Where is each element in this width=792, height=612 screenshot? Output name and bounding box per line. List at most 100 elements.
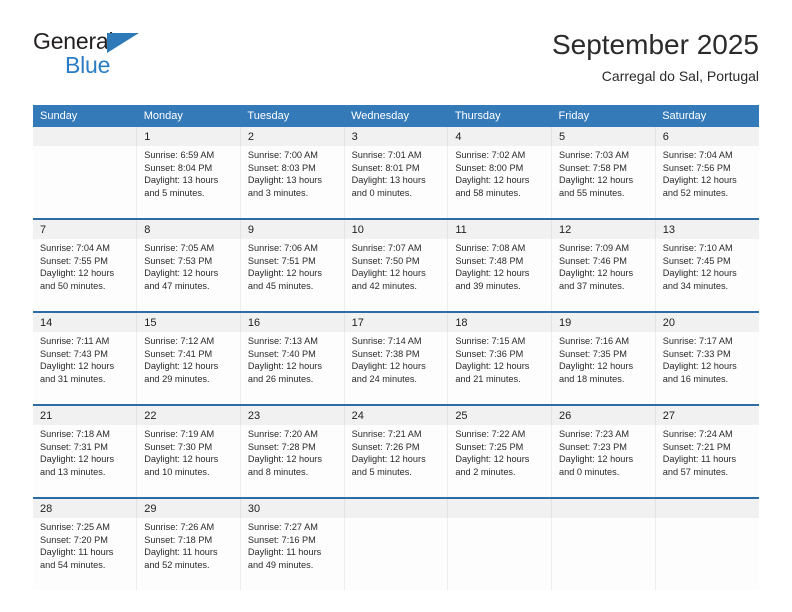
day-number-13[interactable]: 13 [654, 220, 759, 239]
day-number-11[interactable]: 11 [447, 220, 552, 239]
day-cell-8[interactable]: Sunrise: 7:05 AM Sunset: 7:53 PM Daylight:… [136, 239, 241, 311]
day-cell-empty [343, 518, 448, 590]
day-number-8[interactable]: 8 [136, 220, 241, 239]
day-cell-7[interactable]: Sunrise: 7:04 AM Sunset: 7:55 PM Daylight:… [33, 239, 137, 311]
day-number-28[interactable]: 28 [33, 499, 137, 518]
day-info-line: Sunset: 7:23 PM [559, 441, 627, 452]
day-cell-12[interactable]: Sunrise: 7:09 AM Sunset: 7:46 PM Daylight:… [551, 239, 656, 311]
day-number-17[interactable]: 17 [343, 313, 448, 332]
day-number-4[interactable]: 4 [447, 127, 552, 146]
day-number-10[interactable]: 10 [343, 220, 448, 239]
day-number-20[interactable]: 20 [654, 313, 759, 332]
day-info-line: Daylight: 11 hours [662, 454, 737, 465]
day-number-12[interactable]: 12 [551, 220, 656, 239]
day-cell-6[interactable]: Sunrise: 7:04 AM Sunset: 7:56 PM Daylight:… [654, 146, 759, 218]
day-cell-25[interactable]: Sunrise: 7:22 AM Sunset: 7:25 PM Daylight:… [447, 425, 552, 497]
weekday-header-friday: Friday [551, 105, 656, 127]
day-cell-22[interactable]: Sunrise: 7:19 AM Sunset: 7:30 PM Daylight:… [136, 425, 241, 497]
day-cell-16[interactable]: Sunrise: 7:13 AM Sunset: 7:40 PM Daylight:… [239, 332, 345, 404]
day-cell-21[interactable]: Sunrise: 7:18 AM Sunset: 7:31 PM Daylight:… [33, 425, 137, 497]
day-cell-20[interactable]: Sunrise: 7:17 AM Sunset: 7:33 PM Daylight:… [654, 332, 759, 404]
day-number-18[interactable]: 18 [447, 313, 552, 332]
day-number-empty [343, 499, 448, 518]
day-info-line: Sunrise: 7:21 AM [351, 429, 422, 439]
day-cell-1[interactable]: Sunrise: 6:59 AM Sunset: 8:04 PM Daylight:… [136, 146, 241, 218]
day-info-line: and 3 minutes. [247, 187, 309, 198]
day-info-line: Daylight: 12 hours [559, 361, 634, 372]
day-number-26[interactable]: 26 [551, 406, 656, 425]
day-number-6[interactable]: 6 [654, 127, 759, 146]
day-info-line: and 45 minutes. [247, 280, 314, 291]
day-number-9[interactable]: 9 [239, 220, 345, 239]
day-cell-26[interactable]: Sunrise: 7:23 AM Sunset: 7:23 PM Daylight:… [551, 425, 656, 497]
day-cell-28[interactable]: Sunrise: 7:25 AM Sunset: 7:20 PM Daylight:… [33, 518, 137, 590]
day-cell-4[interactable]: Sunrise: 7:02 AM Sunset: 8:00 PM Daylight:… [447, 146, 552, 218]
day-info-line: Sunset: 7:25 PM [455, 441, 524, 452]
day-info-line: Sunset: 7:16 PM [247, 534, 316, 545]
day-info-line: Sunset: 7:46 PM [559, 255, 627, 266]
day-cell-14[interactable]: Sunrise: 7:11 AM Sunset: 7:43 PM Daylight:… [33, 332, 137, 404]
day-info-line: Sunrise: 7:13 AM [247, 336, 318, 346]
day-cell-29[interactable]: Sunrise: 7:26 AM Sunset: 7:18 PM Daylight:… [136, 518, 241, 590]
day-number-15[interactable]: 15 [136, 313, 241, 332]
weekday-header-saturday: Saturday [655, 105, 759, 127]
day-number-27[interactable]: 27 [654, 406, 759, 425]
day-cell-9[interactable]: Sunrise: 7:06 AM Sunset: 7:51 PM Daylight:… [239, 239, 345, 311]
day-number-22[interactable]: 22 [136, 406, 241, 425]
day-info-line: and 57 minutes. [662, 466, 729, 477]
day-info-line: Sunrise: 7:19 AM [144, 429, 215, 439]
day-cell-30[interactable]: Sunrise: 7:27 AM Sunset: 7:16 PM Daylight:… [239, 518, 345, 590]
day-info-line: and 52 minutes. [144, 559, 210, 570]
day-cell-10[interactable]: Sunrise: 7:07 AM Sunset: 7:50 PM Daylight:… [343, 239, 448, 311]
day-number-14[interactable]: 14 [33, 313, 137, 332]
day-cell-3[interactable]: Sunrise: 7:01 AM Sunset: 8:01 PM Daylight:… [343, 146, 448, 218]
day-info-line: Sunset: 7:28 PM [247, 441, 316, 452]
day-cell-empty [551, 518, 656, 590]
day-info-line: Daylight: 12 hours [144, 268, 219, 279]
day-info-line: Sunset: 7:56 PM [662, 162, 731, 173]
day-number-7[interactable]: 7 [33, 220, 137, 239]
day-number-1[interactable]: 1 [136, 127, 241, 146]
day-number-30[interactable]: 30 [239, 499, 345, 518]
day-cell-empty [33, 146, 137, 218]
day-cell-18[interactable]: Sunrise: 7:15 AM Sunset: 7:36 PM Daylight:… [447, 332, 552, 404]
day-info-line: Daylight: 12 hours [247, 268, 322, 279]
day-number-19[interactable]: 19 [551, 313, 656, 332]
day-number-29[interactable]: 29 [136, 499, 241, 518]
day-number-23[interactable]: 23 [239, 406, 345, 425]
day-info-line: and 8 minutes. [247, 466, 309, 477]
day-info-line: Daylight: 12 hours [559, 175, 634, 186]
day-number-5[interactable]: 5 [551, 127, 656, 146]
day-info-line: Daylight: 12 hours [455, 454, 530, 465]
day-cell-17[interactable]: Sunrise: 7:14 AM Sunset: 7:38 PM Daylight:… [343, 332, 448, 404]
day-info-line: Daylight: 12 hours [662, 175, 737, 186]
day-number-21[interactable]: 21 [33, 406, 137, 425]
page-subtitle: Carregal do Sal, Portugal [601, 68, 759, 84]
day-number-24[interactable]: 24 [343, 406, 448, 425]
day-number-25[interactable]: 25 [447, 406, 552, 425]
day-info-line: Daylight: 12 hours [351, 454, 426, 465]
day-cell-5[interactable]: Sunrise: 7:03 AM Sunset: 7:58 PM Daylight:… [551, 146, 656, 218]
weekday-header-monday: Monday [136, 105, 241, 127]
day-cell-23[interactable]: Sunrise: 7:20 AM Sunset: 7:28 PM Daylight:… [239, 425, 345, 497]
day-number-2[interactable]: 2 [239, 127, 345, 146]
day-info-line: Daylight: 12 hours [40, 268, 115, 279]
day-info-line: and 16 minutes. [662, 373, 729, 384]
day-cell-24[interactable]: Sunrise: 7:21 AM Sunset: 7:26 PM Daylight:… [343, 425, 448, 497]
day-info-line: Sunset: 8:03 PM [247, 162, 316, 173]
day-cell-2[interactable]: Sunrise: 7:00 AM Sunset: 8:03 PM Daylight:… [239, 146, 345, 218]
day-cell-15[interactable]: Sunrise: 7:12 AM Sunset: 7:41 PM Daylight:… [136, 332, 241, 404]
day-info-line: and 50 minutes. [40, 280, 106, 291]
day-info-line: Sunset: 7:31 PM [40, 441, 108, 452]
day-cell-19[interactable]: Sunrise: 7:16 AM Sunset: 7:35 PM Daylight:… [551, 332, 656, 404]
day-cell-27[interactable]: Sunrise: 7:24 AM Sunset: 7:21 PM Daylight:… [654, 425, 759, 497]
day-info-line: and 47 minutes. [144, 280, 210, 291]
day-number-16[interactable]: 16 [239, 313, 345, 332]
day-info-line: Sunset: 8:00 PM [455, 162, 524, 173]
day-info-line: Daylight: 12 hours [40, 361, 115, 372]
day-cell-13[interactable]: Sunrise: 7:10 AM Sunset: 7:45 PM Daylight:… [654, 239, 759, 311]
day-cell-11[interactable]: Sunrise: 7:08 AM Sunset: 7:48 PM Daylight:… [447, 239, 552, 311]
day-cell-empty [447, 518, 552, 590]
day-info-line: Sunset: 7:50 PM [351, 255, 420, 266]
day-number-3[interactable]: 3 [343, 127, 448, 146]
